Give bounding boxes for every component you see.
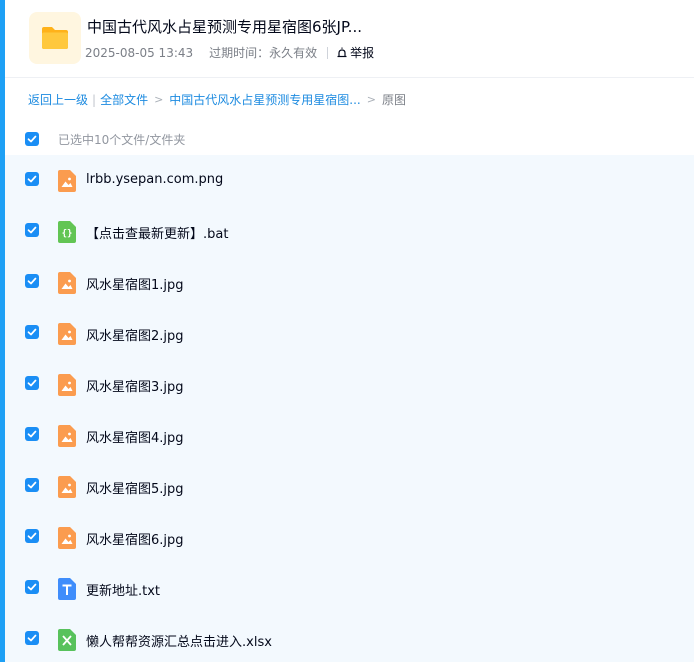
text-file-icon bbox=[58, 578, 76, 600]
file-name[interactable]: 风水星宿图1.jpg bbox=[86, 274, 184, 293]
report-label: 举报 bbox=[350, 46, 375, 60]
file-name[interactable]: lrbb.ysepan.com.png bbox=[86, 172, 223, 187]
file-checkbox[interactable] bbox=[25, 172, 39, 186]
back-link[interactable]: 返回上一级 bbox=[28, 91, 88, 108]
current-folder: 原图 bbox=[381, 93, 406, 107]
excel-file-icon bbox=[58, 629, 76, 651]
file-name[interactable]: 风水星宿图4.jpg bbox=[86, 427, 184, 446]
selection-count: 已选中10个文件/文件夹 bbox=[58, 133, 186, 147]
image-file-icon bbox=[58, 170, 76, 192]
file-row[interactable]: 风水星宿图1.jpg bbox=[5, 257, 694, 308]
share-date: 2025-08-05 13:43 bbox=[85, 45, 194, 60]
check-icon bbox=[27, 634, 37, 642]
file-name[interactable]: 风水星宿图2.jpg bbox=[86, 325, 184, 344]
meta-divider bbox=[327, 46, 329, 59]
file-checkbox[interactable] bbox=[25, 631, 39, 645]
chevron-right-icon: > bbox=[366, 93, 376, 106]
share-title: 中国古代风水占星预测专用星宿图6张JP... bbox=[87, 18, 362, 36]
share-expire: 过期时间：永久有效 bbox=[209, 46, 318, 60]
file-checkbox[interactable] bbox=[25, 325, 39, 339]
image-file-icon bbox=[58, 527, 76, 549]
check-icon bbox=[27, 481, 37, 489]
image-file-icon bbox=[58, 476, 76, 498]
image-file-icon bbox=[58, 374, 76, 396]
check-icon bbox=[27, 583, 37, 591]
svg-text:{}: {} bbox=[62, 229, 73, 239]
check-icon bbox=[27, 135, 37, 143]
alarm-icon bbox=[337, 47, 347, 57]
file-checkbox[interactable] bbox=[25, 376, 39, 390]
file-row[interactable]: 风水星宿图6.jpg bbox=[5, 512, 694, 563]
image-file-icon bbox=[58, 323, 76, 345]
image-file-icon bbox=[58, 425, 76, 447]
check-icon bbox=[27, 379, 37, 387]
check-icon bbox=[27, 430, 37, 438]
check-icon bbox=[27, 226, 37, 234]
share-meta: 2025-08-05 13:43 过期时间：永久有效 举报 bbox=[85, 44, 374, 61]
chevron-right-icon: > bbox=[154, 93, 164, 106]
file-checkbox[interactable] bbox=[25, 580, 39, 594]
file-list: lrbb.ysepan.com.png {} 【点击查最新更新】.bat 风水星宿图1… bbox=[5, 155, 694, 662]
file-row[interactable]: 懒人帮帮资源汇总点击进入.xlsx bbox=[5, 614, 694, 662]
check-icon bbox=[27, 175, 37, 183]
file-checkbox[interactable] bbox=[25, 427, 39, 441]
folder-link[interactable]: 中国古代风水占星预测专用星宿图... bbox=[169, 91, 360, 108]
file-name[interactable]: 风水星宿图3.jpg bbox=[86, 376, 184, 395]
share-header: 中国古代风水占星预测专用星宿图6张JP... 2025-08-05 13:43 … bbox=[5, 0, 694, 78]
file-row[interactable]: 风水星宿图2.jpg bbox=[5, 308, 694, 359]
file-checkbox[interactable] bbox=[25, 274, 39, 288]
file-row[interactable]: lrbb.ysepan.com.png bbox=[5, 155, 694, 206]
check-icon bbox=[27, 277, 37, 285]
file-name[interactable]: 【点击查最新更新】.bat bbox=[86, 223, 228, 242]
file-row[interactable]: 更新地址.txt bbox=[5, 563, 694, 614]
breadcrumb-divider: | bbox=[92, 92, 97, 107]
report-button[interactable]: 举报 bbox=[336, 44, 374, 61]
code-file-icon: {} bbox=[58, 221, 76, 243]
file-checkbox[interactable] bbox=[25, 478, 39, 492]
file-checkbox[interactable] bbox=[25, 529, 39, 543]
all-files-link[interactable]: 全部文件 bbox=[100, 91, 148, 108]
select-all-row: 已选中10个文件/文件夹 bbox=[5, 124, 694, 154]
image-file-icon bbox=[58, 272, 76, 294]
check-icon bbox=[27, 532, 37, 540]
file-row[interactable]: 风水星宿图4.jpg bbox=[5, 410, 694, 461]
file-row[interactable]: {} 【点击查最新更新】.bat bbox=[5, 206, 694, 257]
file-checkbox[interactable] bbox=[25, 223, 39, 237]
file-row[interactable]: 风水星宿图5.jpg bbox=[5, 461, 694, 512]
file-name[interactable]: 风水星宿图5.jpg bbox=[86, 478, 184, 497]
file-name[interactable]: 风水星宿图6.jpg bbox=[86, 529, 184, 548]
file-name[interactable]: 更新地址.txt bbox=[86, 580, 160, 599]
file-row[interactable]: 风水星宿图3.jpg bbox=[5, 359, 694, 410]
breadcrumb: 返回上一级 | 全部文件 > 中国古代风水占星预测专用星宿图... > 原图 bbox=[28, 91, 406, 108]
file-name[interactable]: 懒人帮帮资源汇总点击进入.xlsx bbox=[86, 631, 272, 650]
folder-icon bbox=[29, 12, 81, 64]
check-icon bbox=[27, 328, 37, 336]
select-all-checkbox[interactable] bbox=[25, 132, 39, 146]
